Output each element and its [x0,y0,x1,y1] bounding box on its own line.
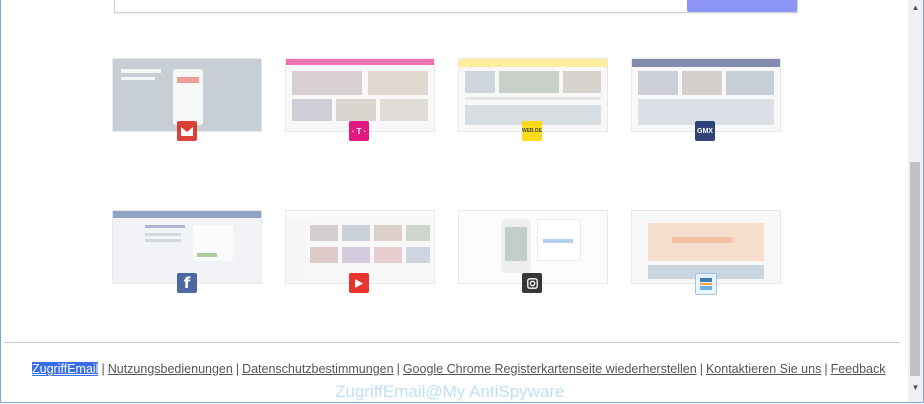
web-de-icon: WEB.DE [522,121,542,141]
watermark: ZugriffEmail@My AntiSpyware [335,382,565,401]
telekom-icon: · T · [349,121,369,141]
gmail-icon [177,121,197,141]
footer-links: ZugriffEmail | Nutzungsbedienungen | Datensc… [32,362,885,378]
footer-link-zugriffemail[interactable]: ZugriffEmail [32,362,99,376]
scroll-up-arrow-icon[interactable]: ▲ [908,0,923,15]
footer-link-nutzungsbedienungen[interactable]: Nutzungsbedienungen [108,362,233,376]
footer-separator: | [235,362,240,376]
instagram-icon [522,273,542,293]
aldi-icon [695,273,717,295]
footer-link-datenschutz[interactable]: Datenschutzbestimmungen [242,362,393,376]
search-button[interactable] [687,0,797,12]
footer-separator: | [101,362,105,376]
search-bar[interactable] [114,0,798,13]
youtube-icon [349,273,369,293]
scroll-thumb[interactable] [910,162,920,376]
gmx-icon: GMX [695,121,715,141]
footer-separator: | [699,362,703,376]
footer-separator: | [824,362,828,376]
facebook-icon: f [177,273,197,293]
footer-separator: | [396,362,400,376]
footer-divider [4,342,900,343]
footer-link-kontakt[interactable]: Kontaktieren Sie uns [706,362,821,376]
scroll-down-arrow-icon[interactable]: ▼ [908,380,923,395]
vertical-scrollbar[interactable]: ▲ ▼ [908,0,923,402]
footer-link-restore-tabs[interactable]: Google Chrome Registerkartenseite wieder… [403,362,697,376]
footer-link-feedback[interactable]: Feedback [831,362,886,376]
